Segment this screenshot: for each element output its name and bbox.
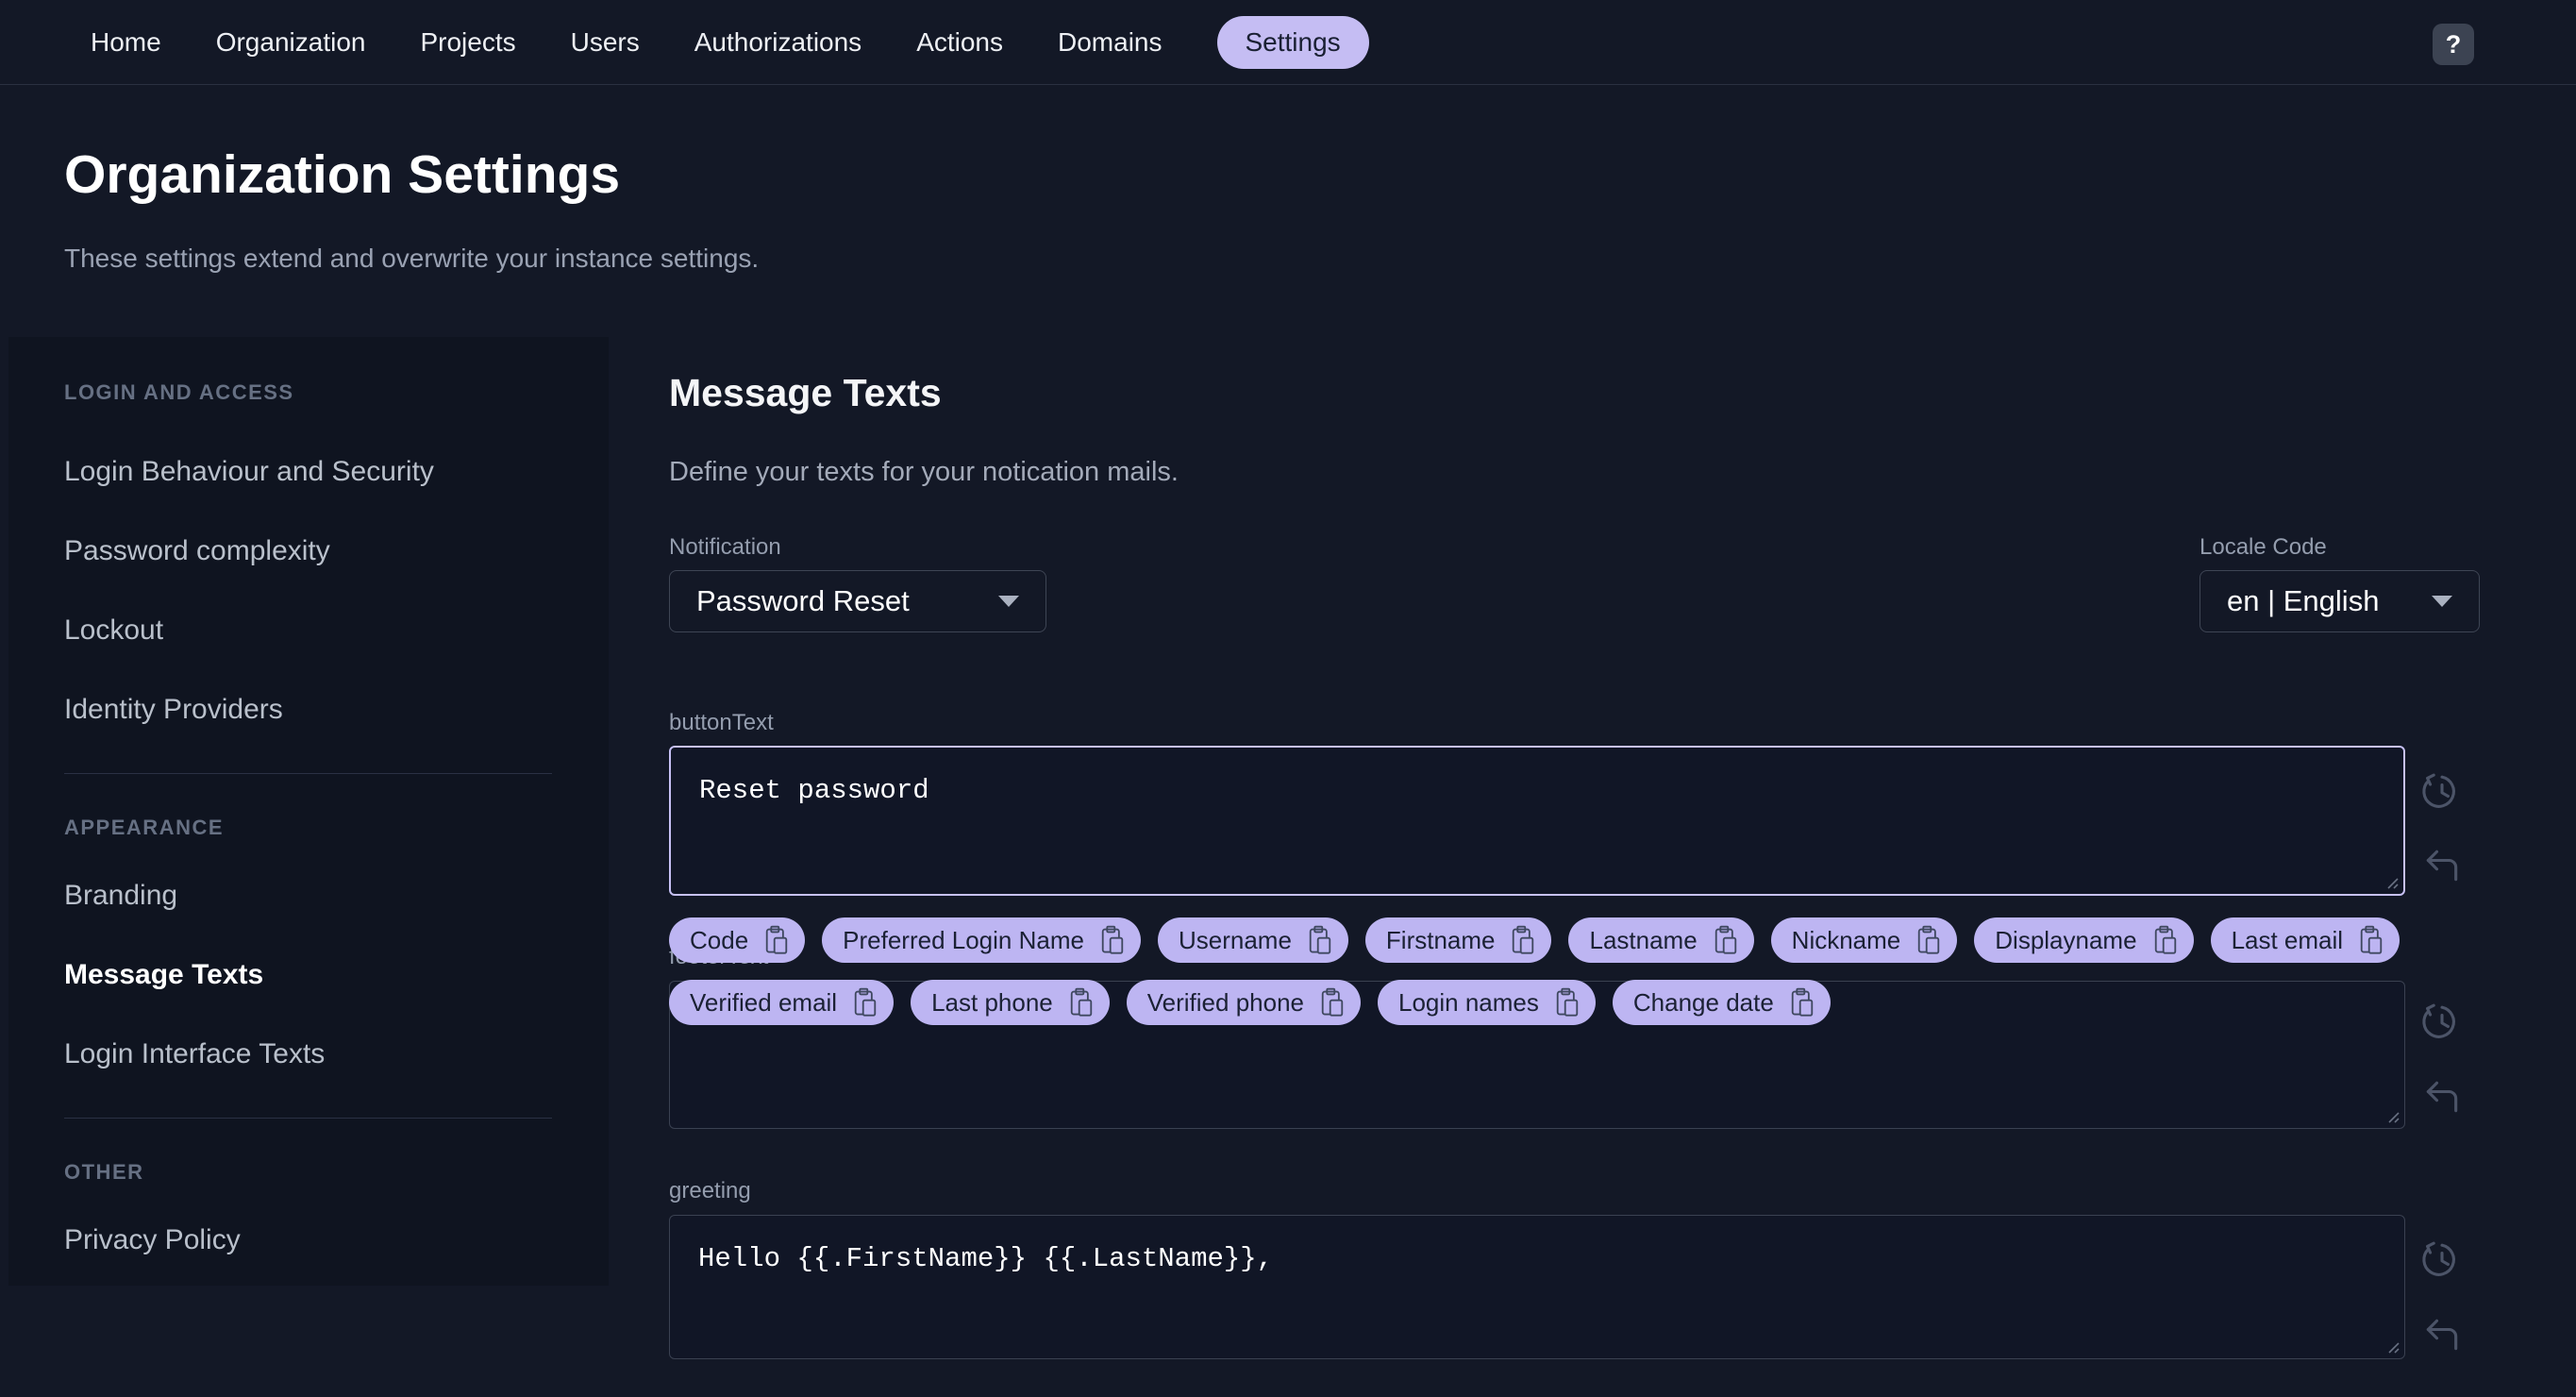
chip-displayname[interactable]: Displayname [1974,917,2194,963]
nav-item-users[interactable]: Users [571,27,640,58]
clipboard-icon [1070,987,1092,1017]
clipboard-icon [1715,925,1736,954]
main-nav: Home Organization Projects Users Authori… [0,15,1369,69]
clipboard-icon [1918,925,1940,954]
chip-verified-phone[interactable]: Verified phone [1126,980,1361,1025]
clipboard-icon [2154,925,2176,954]
chip-label: Nickname [1791,925,1901,954]
nav-item-actions[interactable]: Actions [916,27,1003,58]
chip-label: Change date [1632,987,1774,1017]
settings-sidebar: LOGIN AND ACCESS Login Behaviour and Sec… [8,337,609,1286]
resize-handle[interactable] [2383,1337,2400,1354]
history-icon[interactable] [2421,1238,2463,1280]
greeting-label: greeting [669,1178,751,1203]
help-button[interactable]: ? [2433,24,2474,65]
resize-handle[interactable] [2383,1106,2400,1123]
chip-label: Last phone [931,987,1053,1017]
chip-preferred-login-name[interactable]: Preferred Login Name [822,917,1141,963]
chip-label: Username [1178,925,1292,954]
chip-last-phone[interactable]: Last phone [911,980,1110,1025]
sidebar-divider [64,773,552,774]
history-icon[interactable] [2421,1001,2463,1042]
sidebar-item-privacy-policy[interactable]: Privacy Policy [64,1224,609,1256]
chip-label: Preferred Login Name [843,925,1084,954]
chip-label: Verified email [690,987,838,1017]
clipboard-icon [1309,925,1331,954]
greeting-field-wrap: Hello {{.FirstName}} {{.LastName}}, [669,1215,2405,1359]
clipboard-icon [2360,925,2383,954]
sidebar-item-password-complexity[interactable]: Password complexity [64,535,609,567]
chip-label: Verified phone [1146,987,1304,1017]
nav-item-settings-active[interactable]: Settings [1216,15,1369,69]
locale-select[interactable]: en | English [2200,570,2480,632]
greeting-textarea[interactable]: Hello {{.FirstName}} {{.LastName}}, [670,1216,2404,1358]
chip-code[interactable]: Code [669,917,806,963]
section-heading: Message Texts [669,371,942,414]
nav-item-projects[interactable]: Projects [420,27,515,58]
chip-firstname[interactable]: Firstname [1364,917,1552,963]
locale-code-label: Locale Code [2200,534,2327,560]
organization-settings-page: Home Organization Projects Users Authori… [0,0,2576,1397]
resize-handle[interactable] [2382,872,2399,889]
notification-label: Notification [669,534,781,560]
buttontext-textarea[interactable]: Reset password [671,748,2403,894]
sidebar-item-identity-providers[interactable]: Identity Providers [64,694,609,726]
page-title: Organization Settings [64,144,621,205]
chip-change-date[interactable]: Change date [1612,980,1831,1025]
chip-label: Firstname [1385,925,1496,954]
chevron-down-icon [2432,596,2452,607]
sidebar-item-lockout[interactable]: Lockout [64,614,609,647]
nav-item-domains[interactable]: Domains [1058,27,1162,58]
top-nav-bar: Home Organization Projects Users Authori… [0,0,2576,85]
clipboard-icon [1321,987,1344,1017]
sidebar-item-login-interface-texts[interactable]: Login Interface Texts [64,1038,609,1070]
sidebar-section-other: OTHER [64,1160,144,1184]
undo-icon[interactable] [2421,1076,2463,1118]
clipboard-icon [1513,925,1534,954]
history-icon[interactable] [2421,770,2463,812]
chip-login-names[interactable]: Login names [1378,980,1596,1025]
chip-label: Last email [2231,925,2344,954]
notification-select[interactable]: Password Reset [669,570,1046,632]
nav-item-organization[interactable]: Organization [216,27,366,58]
chip-label: Lastname [1589,925,1698,954]
sidebar-section-login-and-access: LOGIN AND ACCESS [64,380,294,404]
buttontext-label: buttonText [669,710,774,735]
chip-label: Login names [1398,987,1539,1017]
sidebar-item-message-texts[interactable]: Message Texts [64,959,609,991]
clipboard-icon [1791,987,1813,1017]
chevron-down-icon [998,596,1019,607]
sidebar-item-login-behaviour[interactable]: Login Behaviour and Security [64,456,609,488]
chip-last-email[interactable]: Last email [2210,917,2400,963]
undo-icon[interactable] [2421,845,2463,886]
nav-item-home[interactable]: Home [91,27,161,58]
clipboard-icon [765,925,788,954]
nav-item-authorizations[interactable]: Authorizations [694,27,861,58]
chip-verified-email[interactable]: Verified email [669,980,895,1025]
clipboard-icon [854,987,877,1017]
sidebar-section-appearance: APPEARANCE [64,816,225,839]
locale-selected-value: en | English [2227,584,2380,617]
undo-icon[interactable] [2421,1314,2463,1355]
buttontext-field-wrap: Reset password [669,746,2405,896]
chip-lastname[interactable]: Lastname [1568,917,1754,963]
chip-nickname[interactable]: Nickname [1770,917,1958,963]
chip-label: Code [690,925,749,954]
clipboard-icon [1556,987,1579,1017]
section-description: Define your texts for your notication ma… [669,457,1179,487]
notification-selected-value: Password Reset [696,584,910,617]
placeholder-chips: Code Preferred Login Name Username First… [669,917,2417,1025]
page-subtitle: These settings extend and overwrite your… [64,244,760,273]
chip-label: Displayname [1995,925,2137,954]
sidebar-item-branding[interactable]: Branding [64,880,609,912]
question-mark-icon: ? [2445,29,2462,59]
clipboard-icon [1101,925,1124,954]
sidebar-divider [64,1118,552,1119]
chip-username[interactable]: Username [1157,917,1348,963]
